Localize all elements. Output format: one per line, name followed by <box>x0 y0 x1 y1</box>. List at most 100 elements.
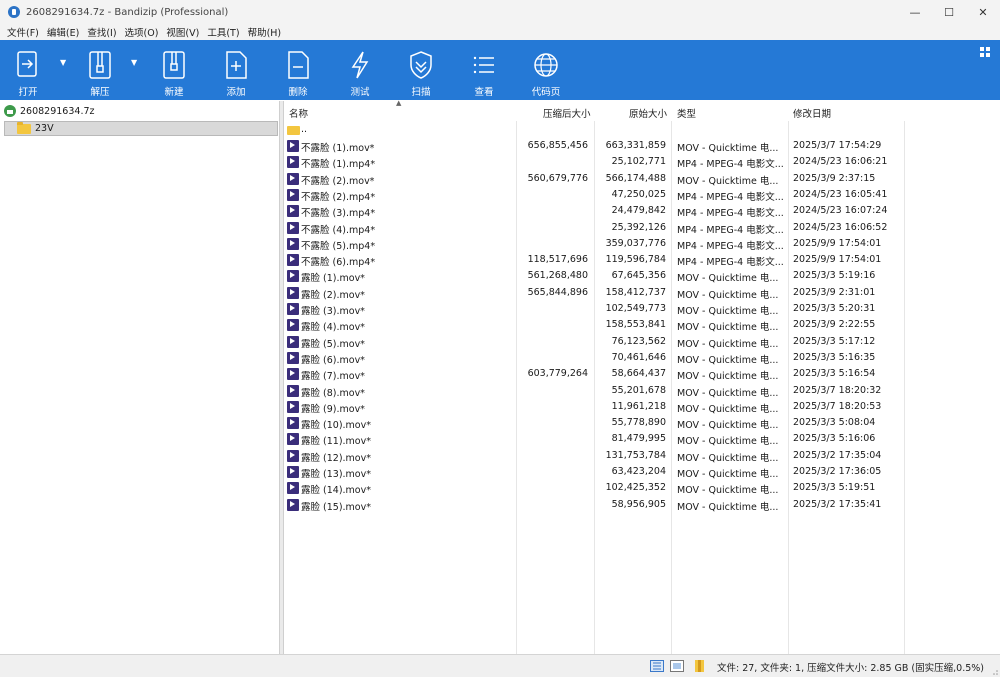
video-file-icon <box>287 237 299 250</box>
open-button[interactable]: 打开 <box>0 40 56 100</box>
file-type: MOV - Quicktime 电... <box>677 436 779 448</box>
file-row[interactable]: 露脸 (8).mov* 55,201,678 MOV - Quicktime 电..… <box>284 383 1000 399</box>
column-header-type[interactable]: 类型 <box>677 106 696 120</box>
file-row[interactable]: 不露脸 (1).mp4* 25,102,771 MP4 - MPEG-4 电影文..… <box>284 154 1000 170</box>
file-row[interactable]: 露脸 (11).mov* 81,479,995 MOV - Quicktime 电.… <box>284 431 1000 447</box>
file-row[interactable]: 露脸 (13).mov* 63,423,204 MOV - Quicktime 电.… <box>284 464 1000 480</box>
file-row[interactable]: 露脸 (4).mov* 158,553,841 MOV - Quicktime 电.… <box>284 317 1000 333</box>
extract-dropdown-chevron-icon[interactable]: ▼ <box>131 58 141 68</box>
file-original-size: 55,778,890 <box>611 417 666 429</box>
new-archive-icon <box>163 51 185 79</box>
file-row[interactable]: 露脸 (1).mov* 561,268,480 67,645,356 MOV - Qu… <box>284 268 1000 284</box>
codepage-button[interactable]: 代码页 <box>518 40 574 100</box>
details-view-icon[interactable] <box>650 660 664 672</box>
file-type: MOV - Quicktime 电... <box>677 306 779 317</box>
archive-info-icon[interactable] <box>693 660 707 672</box>
menu-find[interactable]: 查找(I) <box>84 25 119 39</box>
menu-edit[interactable]: 编辑(E) <box>44 25 82 39</box>
minimize-button[interactable]: — <box>898 0 932 24</box>
file-modified-date: 2025/3/9 2:31:01 <box>793 286 876 298</box>
thumbnail-view-icon[interactable] <box>670 660 684 672</box>
menu-tools[interactable]: 工具(T) <box>204 25 242 39</box>
file-row[interactable]: 不露脸 (5).mp4* 359,037,776 MP4 - MPEG-4 电影文.… <box>284 236 1000 252</box>
video-file-icon <box>287 319 299 332</box>
column-header-modified[interactable]: 修改日期 <box>793 106 831 120</box>
file-row[interactable]: 露脸 (6).mov* 70,461,646 MOV - Quicktime 电..… <box>284 350 1000 366</box>
add-label: 添加 <box>226 87 246 98</box>
scan-label: 扫描 <box>411 87 431 98</box>
file-row[interactable]: 不露脸 (2).mov* 560,679,776 566,174,488 MOV - … <box>284 171 1000 187</box>
test-button[interactable]: 测试 <box>332 40 388 100</box>
file-list-pane: 名称 ▲ 压缩后大小 原始大小 类型 修改日期 .. 不露脸 (1).mov* 6… <box>284 99 1000 654</box>
file-name: 露脸 (3).mov* <box>301 306 365 317</box>
file-row[interactable]: 露脸 (15).mov* 58,956,905 MOV - Quicktime 电.… <box>284 497 1000 513</box>
add-button[interactable]: 添加 <box>208 40 264 100</box>
column-header-name[interactable]: 名称 <box>289 106 308 120</box>
file-name: 露脸 (9).mov* <box>301 403 365 415</box>
codepage-label: 代码页 <box>531 87 561 98</box>
menu-options[interactable]: 选项(O) <box>122 25 162 39</box>
file-row[interactable]: 露脸 (7).mov* 603,779,264 58,664,437 MOV - Qu… <box>284 366 1000 382</box>
file-row[interactable]: 不露脸 (2).mp4* 47,250,025 MP4 - MPEG-4 电影文..… <box>284 187 1000 203</box>
new-button[interactable]: 新建 <box>146 40 202 100</box>
parent-folder-row[interactable]: .. <box>284 122 1000 138</box>
delete-button[interactable]: 删除 <box>270 40 326 100</box>
maximize-button[interactable]: ☐ <box>932 0 966 24</box>
video-file-icon <box>287 449 299 462</box>
extract-button[interactable]: 解压 <box>72 40 128 100</box>
file-type: MOV - Quicktime 电... <box>677 175 779 187</box>
menu-help[interactable]: 帮助(H) <box>245 25 285 39</box>
column-header-original[interactable]: 原始大小 <box>629 106 667 120</box>
file-name: 露脸 (6).mov* <box>301 354 365 366</box>
extract-label: 解压 <box>90 87 110 98</box>
file-modified-date: 2025/3/7 18:20:32 <box>793 384 882 396</box>
file-row[interactable]: 露脸 (5).mov* 76,123,562 MOV - Quicktime 电..… <box>284 334 1000 350</box>
file-name: 露脸 (4).mov* <box>301 322 365 334</box>
file-row[interactable]: 露脸 (12).mov* 131,753,784 MOV - Quicktime 电… <box>284 448 1000 464</box>
view-button[interactable]: 查看 <box>456 40 512 100</box>
file-row[interactable]: 不露脸 (3).mp4* 24,479,842 MP4 - MPEG-4 电影文..… <box>284 203 1000 219</box>
file-modified-date: 2025/3/2 17:35:41 <box>793 498 882 510</box>
file-row[interactable]: 不露脸 (6).mp4* 118,517,696 119,596,784 MP4 - … <box>284 252 1000 268</box>
menu-bar: 文件(F) 编辑(E) 查找(I) 选项(O) 视图(V) 工具(T) 帮助(H… <box>0 24 1000 40</box>
menu-file[interactable]: 文件(F) <box>4 25 42 39</box>
parent-folder-label: .. <box>301 124 308 135</box>
file-type: MP4 - MPEG-4 电影文... <box>677 159 783 171</box>
file-name: 露脸 (8).mov* <box>301 387 365 399</box>
close-button[interactable]: ✕ <box>966 0 1000 24</box>
file-row[interactable]: 不露脸 (1).mov* 656,855,456 663,331,859 MOV - … <box>284 138 1000 154</box>
tree-folder-23v[interactable]: 23V <box>4 121 278 136</box>
tree-root-label: 2608291634.7z <box>20 105 95 117</box>
file-row[interactable]: 露脸 (3).mov* 102,549,773 MOV - Quicktime 电.… <box>284 301 1000 317</box>
file-type: MOV - Quicktime 电... <box>677 143 779 154</box>
scan-button[interactable]: 扫描 <box>393 40 449 100</box>
file-original-size: 81,479,995 <box>611 433 666 445</box>
file-type: MOV - Quicktime 电... <box>677 469 779 480</box>
menu-view[interactable]: 视图(V) <box>163 25 202 39</box>
video-file-icon <box>287 254 299 267</box>
file-name: 露脸 (10).mov* <box>301 420 371 432</box>
lightning-icon <box>351 51 369 79</box>
file-type: MOV - Quicktime 电... <box>677 273 779 285</box>
file-original-size: 663,331,859 <box>605 140 666 151</box>
file-name: 露脸 (12).mov* <box>301 452 371 464</box>
tree-root-archive[interactable]: 2608291634.7z <box>0 103 279 119</box>
file-original-size: 158,412,737 <box>605 286 666 298</box>
tree-folder-label: 23V <box>35 123 54 134</box>
column-header-compressed[interactable]: 压缩后大小 <box>543 106 591 120</box>
open-dropdown-chevron-icon[interactable]: ▼ <box>60 58 70 68</box>
file-row[interactable]: 露脸 (2).mov* 565,844,896 158,412,737 MOV - Q… <box>284 285 1000 301</box>
file-row[interactable]: 露脸 (9).mov* 11,961,218 MOV - Quicktime 电..… <box>284 399 1000 415</box>
file-row[interactable]: 不露脸 (4).mp4* 25,392,126 MP4 - MPEG-4 电影文..… <box>284 220 1000 236</box>
file-row[interactable]: 露脸 (10).mov* 55,778,890 MOV - Quicktime 电.… <box>284 415 1000 431</box>
delete-file-icon <box>288 51 309 79</box>
window-title: 2608291634.7z - Bandizip (Professional) <box>26 6 229 18</box>
file-original-size: 76,123,562 <box>611 335 666 347</box>
video-file-icon <box>287 351 299 364</box>
file-compressed-size: 603,779,264 <box>527 368 588 380</box>
file-row[interactable]: 露脸 (14).mov* 102,425,352 MOV - Quicktime 电… <box>284 480 1000 496</box>
layout-grid-icon[interactable] <box>980 47 990 57</box>
resize-grip-icon[interactable] <box>990 667 998 675</box>
video-file-icon <box>287 384 299 397</box>
video-file-icon <box>287 172 299 185</box>
